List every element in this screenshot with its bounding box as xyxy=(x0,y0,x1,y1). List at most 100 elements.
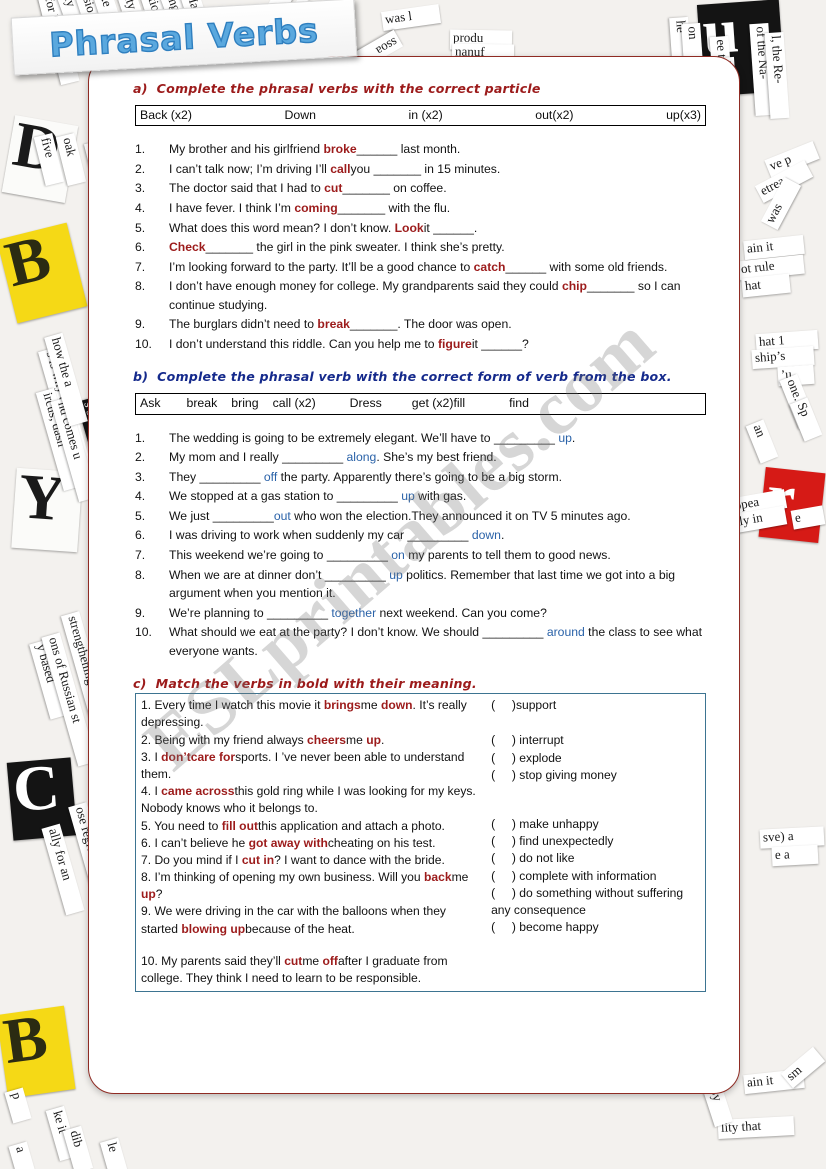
section-b-heading: b) Complete the phrasal verb with the co… xyxy=(133,369,713,384)
match-sentence-row: 5. You need to fill outthis application … xyxy=(141,818,479,835)
sentence-text: 4. I xyxy=(141,784,162,799)
question-text: I have fever. I think I’m coming_______ … xyxy=(169,201,450,215)
question-item: 3. The doctor said that I had to cut_____… xyxy=(135,179,703,198)
match-answer-blank[interactable]: ( ) xyxy=(491,920,516,934)
match-answer-blank[interactable]: ( ) xyxy=(491,886,516,900)
bold-verb: cut xyxy=(284,953,303,968)
match-meaning-row[interactable]: ( ) find unexpectedly xyxy=(491,833,701,850)
question-number: 3. xyxy=(135,181,146,196)
section-a-heading-text: Complete the phrasal verbs with the corr… xyxy=(156,81,541,96)
bold-verb: don’tcare for xyxy=(161,749,236,764)
sentence-text: ? xyxy=(155,887,163,902)
bold-verb: cheers xyxy=(307,732,347,747)
meaning-text: become happy xyxy=(515,920,599,935)
sentence-text: I can’t talk now; I’m driving I’ll xyxy=(169,161,331,176)
bold-verb: chip xyxy=(561,279,588,294)
match-meaning-row[interactable]: ( ) make unhappy xyxy=(491,816,701,833)
sentence-text: 8. I’m thinking of opening my own busine… xyxy=(141,870,424,885)
bold-verb: back xyxy=(424,870,452,885)
question-number: 7. xyxy=(135,259,146,274)
question-text: The wedding is going to be extremely ele… xyxy=(169,431,575,445)
match-meaning-row[interactable]: ( ) do not like xyxy=(491,850,701,867)
question-item: 4. I have fever. I think I’m coming______… xyxy=(135,199,703,218)
question-text: I can’t talk now; I’m driving I’ll cally… xyxy=(169,162,500,176)
question-text: When we are at dinner don’t _________ up… xyxy=(169,568,675,601)
meaning-text: interrupt xyxy=(515,733,564,748)
sentence-text: What does this word mean? I don’t know. xyxy=(169,220,395,235)
bold-verb: catch xyxy=(473,259,506,274)
meaning-text: do not like xyxy=(515,851,575,866)
question-number: 2. xyxy=(135,450,146,465)
particle: down xyxy=(471,528,501,543)
question-text: I don’t understand this riddle. Can you … xyxy=(169,337,529,351)
question-item: 9. We’re planning to _________ together n… xyxy=(135,604,703,623)
question-number: 10. xyxy=(135,625,152,640)
question-item: 8. When we are at dinner don’t _________ … xyxy=(135,566,703,603)
sentence-text: This weekend we’re going to _________ xyxy=(169,548,392,563)
sentence-text: 1. Every time I watch this movie it xyxy=(141,698,324,713)
sentence-text: ? I want to dance with the bride. xyxy=(274,852,445,867)
match-meaning-row[interactable]: ( )support xyxy=(491,697,701,714)
sentence-text: What should we eat at the party? I don’t… xyxy=(169,625,547,640)
question-item: 10. What should we eat at the party? I do… xyxy=(135,623,703,660)
question-text: We stopped at a gas station to _________… xyxy=(169,489,466,503)
question-item: 3. They _________ off the party. Apparent… xyxy=(135,468,703,487)
match-answer-blank[interactable]: ( ) xyxy=(491,851,516,865)
sentence-text: it ______. xyxy=(423,220,478,235)
question-text: My mom and I really _________ along. She… xyxy=(169,450,497,464)
sentence-text: . xyxy=(380,732,385,747)
sentence-text: 6. I can’t believe he xyxy=(141,835,249,850)
verb-word: call (x2) xyxy=(272,396,316,411)
sentence-text: My brother and his girlfriend xyxy=(169,142,324,157)
question-text: We just _________out who won the electio… xyxy=(169,509,631,523)
particle: up xyxy=(389,567,403,582)
bold-verb: came across xyxy=(161,784,235,799)
sentence-text: the party. Apparently there’s going to b… xyxy=(277,469,562,484)
match-meaning-row[interactable]: ( ) explode xyxy=(491,750,701,767)
match-answer-blank[interactable]: ( ) xyxy=(491,869,516,883)
collage-scrap: dib xyxy=(62,1125,94,1169)
sentence-text: We’re planning to _________ xyxy=(169,605,332,620)
question-text: What should we eat at the party? I don’t… xyxy=(169,625,702,658)
question-number: 9. xyxy=(135,605,146,620)
match-answer-blank[interactable]: ( ) xyxy=(491,834,516,848)
verb-word: Dress xyxy=(349,396,382,411)
sentence-text: cheating on his test. xyxy=(327,835,436,850)
match-meaning-row[interactable]: ( ) interrupt xyxy=(491,732,701,749)
section-a-question-list: 1. My brother and his girlfriend broke___… xyxy=(115,140,713,353)
particle-word: in (x2) xyxy=(408,108,443,122)
match-meaning-row[interactable]: ( ) become happy xyxy=(491,919,701,936)
question-item: 1. My brother and his girlfriend broke___… xyxy=(135,140,703,159)
section-b-label: b) xyxy=(133,369,149,385)
match-answer-blank[interactable]: ( ) xyxy=(491,698,516,712)
meaning-text: find unexpectedly xyxy=(515,834,614,849)
bold-verb: up xyxy=(366,732,381,747)
meaning-text: make unhappy xyxy=(515,816,599,831)
particle: up xyxy=(558,430,572,445)
sentence-text: _______ on coffee. xyxy=(342,181,447,196)
sentence-text: _______ with the flu. xyxy=(337,201,451,215)
sentence-text: . xyxy=(571,430,576,445)
match-answer-blank[interactable]: ( ) xyxy=(491,817,516,831)
section-b-question-list: 1. The wedding is going to be extremely e… xyxy=(115,429,713,661)
particle: out xyxy=(273,508,291,523)
section-b-wordbank: Ask break bring call (x2) Dress get (x2)fill f… xyxy=(135,393,706,415)
bold-verb: Look xyxy=(394,220,424,235)
sentence-text: you _______ in 15 minutes. xyxy=(350,161,501,176)
section-b-heading-text: Complete the phrasal verb with the corre… xyxy=(157,369,672,385)
question-number: 5. xyxy=(135,508,146,523)
verb-word: find xyxy=(509,396,529,411)
question-text: Check_______ the girl in the pink sweate… xyxy=(169,240,505,254)
question-item: 2. My mom and I really _________ along. S… xyxy=(135,448,703,467)
match-meaning-row[interactable]: ( ) stop giving money xyxy=(491,767,701,784)
question-item: 1. The wedding is going to be extremely e… xyxy=(135,429,703,448)
match-meaning-row[interactable]: ( ) complete with information xyxy=(491,868,701,885)
collage-scrap: e xyxy=(790,505,826,530)
question-number: 5. xyxy=(135,220,146,235)
bold-verb: brings xyxy=(323,698,361,713)
match-answer-blank[interactable]: ( ) xyxy=(491,768,516,782)
match-answer-blank[interactable]: ( ) xyxy=(491,733,516,747)
match-answer-blank[interactable]: ( ) xyxy=(491,751,516,765)
match-meaning-row[interactable]: ( ) do something without suffering any c… xyxy=(491,885,701,919)
